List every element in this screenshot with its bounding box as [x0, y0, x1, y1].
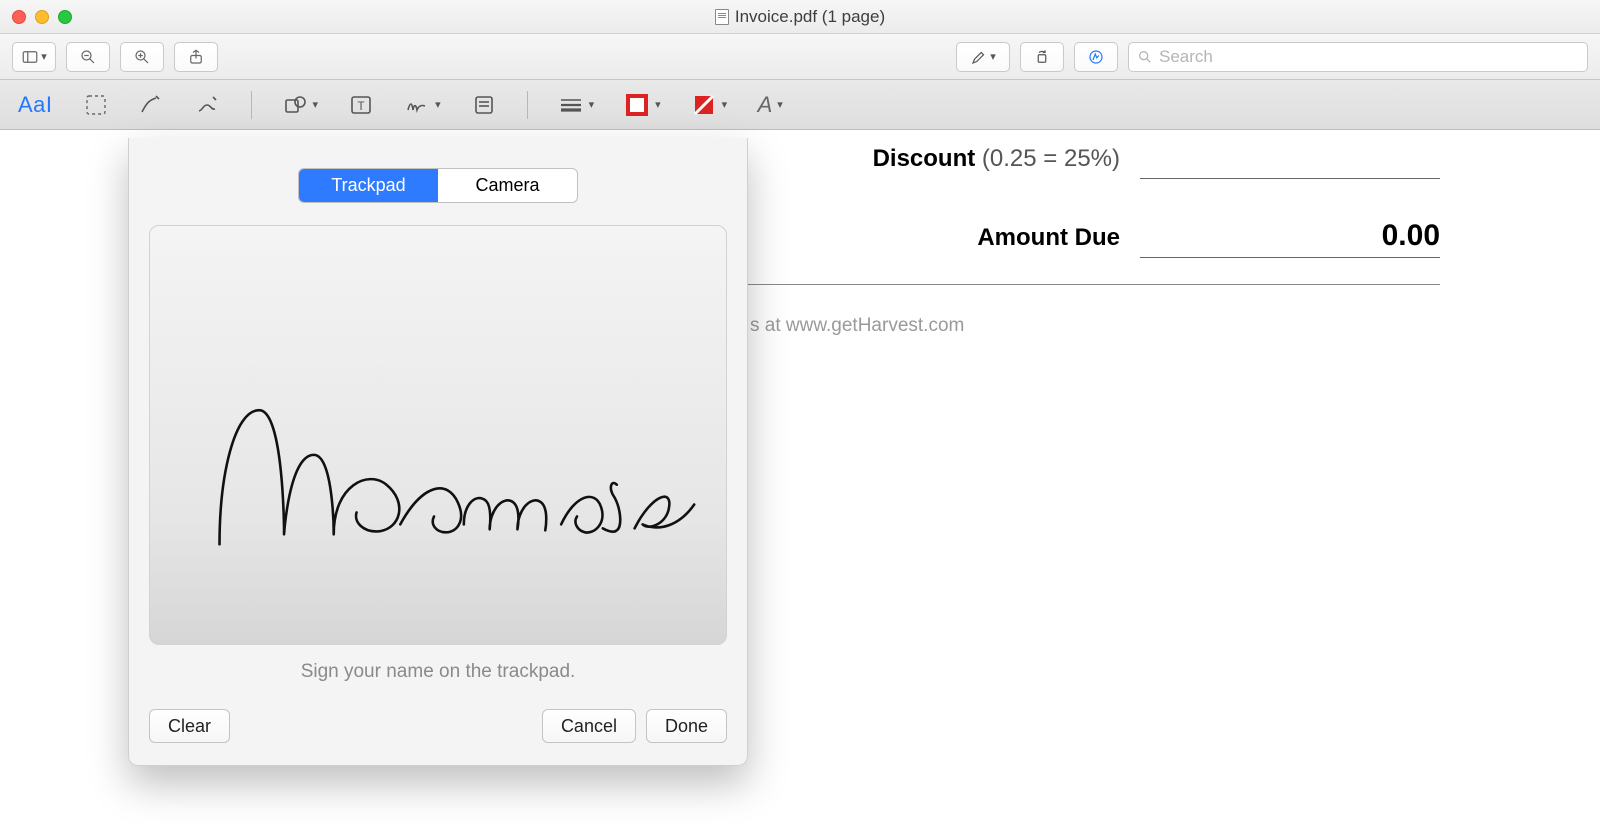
chevron-down-icon: ▾	[777, 98, 783, 111]
done-button[interactable]: Done	[646, 709, 727, 743]
chevron-down-icon: ▾	[990, 50, 996, 63]
chevron-down-icon: ▾	[313, 98, 319, 111]
markup-toggle-button[interactable]	[1074, 42, 1118, 72]
tab-camera[interactable]: Camera	[438, 169, 577, 202]
cancel-button[interactable]: Cancel	[542, 709, 636, 743]
signature-hint: Sign your name on the trackpad.	[149, 661, 727, 683]
border-style-tool[interactable]: ▾	[554, 88, 599, 122]
window-title-text: Invoice.pdf (1 page)	[735, 7, 885, 27]
window-titlebar: Invoice.pdf (1 page)	[0, 0, 1600, 34]
text-tool[interactable]: T	[344, 88, 378, 122]
search-icon	[1137, 49, 1153, 65]
document-icon	[715, 9, 729, 25]
discount-value	[1140, 140, 1440, 179]
chevron-down-icon: ▾	[722, 98, 728, 111]
note-tool[interactable]	[467, 88, 501, 122]
search-placeholder: Search	[1159, 47, 1213, 67]
chevron-down-icon: ▾	[41, 50, 47, 63]
fill-color-tool[interactable]: ▾	[687, 88, 732, 122]
markup-toolbar: AaI ▾ T ▾ ▾ ▾ ▾ A ▾	[0, 80, 1600, 130]
clear-button[interactable]: Clear	[149, 709, 230, 743]
signature-source-tabs: Trackpad Camera	[298, 168, 578, 203]
separator	[251, 91, 252, 119]
zoom-out-button[interactable]	[66, 42, 110, 72]
share-button[interactable]	[174, 42, 218, 72]
tab-trackpad[interactable]: Trackpad	[299, 169, 438, 202]
fullscreen-window-button[interactable]	[58, 10, 72, 24]
svg-text:T: T	[357, 99, 365, 113]
minimize-window-button[interactable]	[35, 10, 49, 24]
text-selection-label: AaI	[18, 92, 53, 118]
font-style-tool[interactable]: A ▾	[753, 88, 787, 122]
chevron-down-icon: ▾	[655, 98, 661, 111]
popover-buttons: Clear Cancel Done	[149, 709, 727, 743]
text-selection-tool[interactable]: AaI	[14, 88, 57, 122]
zoom-in-button[interactable]	[120, 42, 164, 72]
search-input[interactable]: Search	[1128, 42, 1588, 72]
highlight-tool-button[interactable]: ▾	[956, 42, 1010, 72]
shapes-tool[interactable]: ▾	[278, 88, 323, 122]
chevron-down-icon: ▾	[435, 98, 441, 111]
chevron-down-icon: ▾	[589, 98, 595, 111]
separator	[527, 91, 528, 119]
signature-pad[interactable]	[149, 225, 727, 645]
main-toolbar: ▾ ▾ Search	[0, 34, 1600, 80]
amount-due-value: 0.00	[1140, 219, 1440, 258]
sign-tool[interactable]: ▾	[400, 88, 445, 122]
border-color-tool[interactable]: ▾	[620, 88, 665, 122]
window-title: Invoice.pdf (1 page)	[0, 7, 1600, 27]
draw-tool[interactable]	[191, 88, 225, 122]
sketch-tool[interactable]	[135, 88, 169, 122]
window-controls	[12, 10, 72, 24]
sidebar-toggle-button[interactable]: ▾	[12, 42, 56, 72]
rotate-button[interactable]	[1020, 42, 1064, 72]
close-window-button[interactable]	[12, 10, 26, 24]
rectangular-selection-tool[interactable]	[79, 88, 113, 122]
signature-popover: Trackpad Camera Sign your name on the tr…	[128, 138, 748, 766]
signature-drawing	[150, 226, 726, 644]
